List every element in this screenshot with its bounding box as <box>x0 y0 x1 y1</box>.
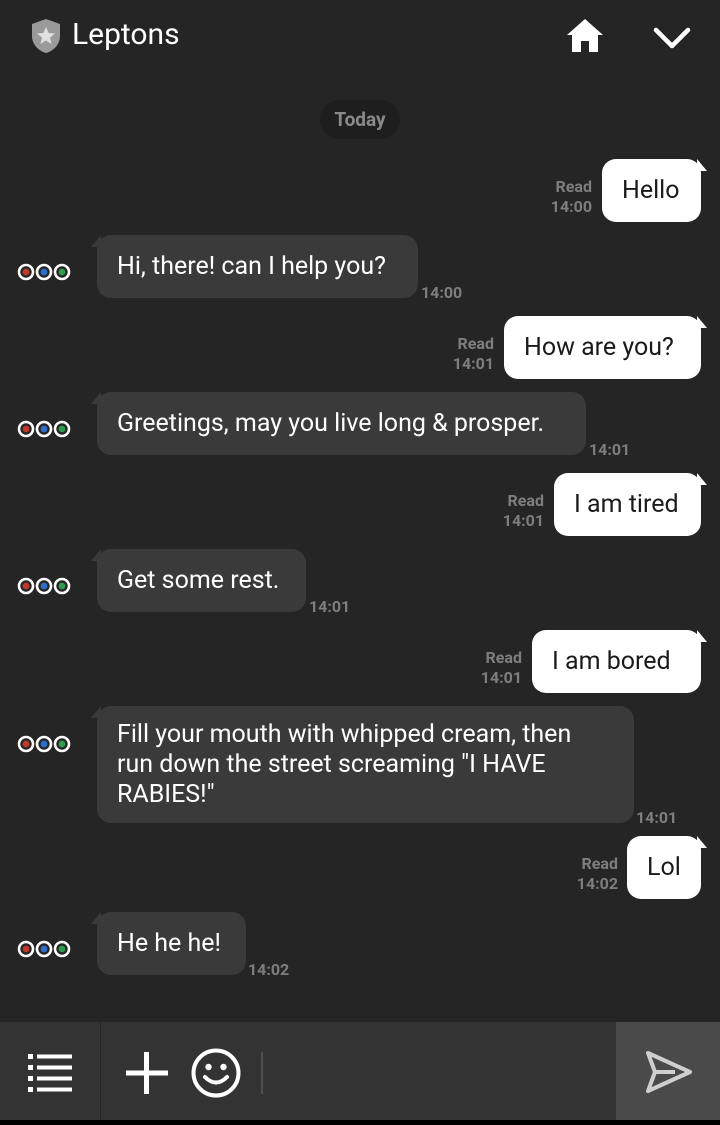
bot-avatar-icon <box>17 577 71 595</box>
message-text: I am bored <box>552 646 671 676</box>
bot-avatar-icon <box>17 735 71 753</box>
message-bubble[interactable]: I am bored <box>532 630 707 693</box>
bot-avatar-icon <box>17 940 71 958</box>
menu-icon[interactable] <box>26 1052 74 1092</box>
message-time: 14:02 <box>576 874 618 893</box>
message-text-line: run down the street screaming "I HAVE <box>117 750 546 779</box>
message-bubble[interactable]: How are you? <box>504 316 707 379</box>
message-text: Greetings, may you live long & prosper. <box>117 408 545 438</box>
send-button[interactable] <box>616 1022 720 1120</box>
read-status: Read <box>485 648 522 667</box>
message-input[interactable] <box>270 1040 610 1104</box>
message-time: 14:01 <box>636 808 678 827</box>
message-text: Hello <box>622 175 680 205</box>
read-status: Read <box>555 177 592 196</box>
message-time: 14:02 <box>248 960 290 979</box>
read-status: Read <box>457 334 494 353</box>
message-time: 14:00 <box>421 283 463 302</box>
message-time: 14:01 <box>309 597 351 616</box>
message-time: 14:01 <box>452 354 494 373</box>
chat-title: Leptons <box>72 17 180 52</box>
date-divider: Today <box>320 100 400 139</box>
chevron-down-icon[interactable] <box>652 22 692 54</box>
message-text-line: Fill your mouth with whipped cream, then <box>117 720 572 749</box>
message-bubble[interactable]: Hi, there! can I help you? <box>91 235 418 298</box>
composer-divider <box>100 1022 101 1120</box>
message-bubble[interactable]: I am tired <box>554 473 707 536</box>
message-text: I am tired <box>574 489 679 519</box>
message-text: How are you? <box>524 332 674 362</box>
home-icon[interactable] <box>565 16 605 56</box>
message-bubble[interactable]: Hello <box>602 159 707 222</box>
message-time: 14:01 <box>589 440 631 459</box>
message-bubble[interactable]: Get some rest. <box>91 549 306 612</box>
bot-avatar-icon <box>17 263 71 281</box>
message-time: 14:01 <box>502 511 544 530</box>
read-status: Read <box>581 854 618 873</box>
message-text-line: RABIES!" <box>117 780 215 809</box>
shield-star-icon <box>32 19 60 53</box>
message-text: He he he! <box>117 928 221 958</box>
emoji-icon[interactable] <box>190 1047 242 1099</box>
message-input-cursor <box>261 1052 263 1094</box>
send-icon <box>646 1051 692 1093</box>
message-text: Hi, there! can I help you? <box>117 251 386 281</box>
message-text: Lol <box>647 852 681 882</box>
plus-icon[interactable] <box>124 1050 170 1096</box>
message-bubble[interactable]: Greetings, may you live long & prosper. <box>91 392 586 455</box>
bottom-bar <box>0 1120 720 1125</box>
bot-avatar-icon <box>17 420 71 438</box>
app-header: Leptons <box>0 0 720 72</box>
message-bubble[interactable]: Lol <box>627 836 707 899</box>
message-time: 14:00 <box>550 197 592 216</box>
message-bubble[interactable]: He he he! <box>91 912 246 975</box>
message-time: 14:01 <box>480 668 522 687</box>
message-text: Get some rest. <box>117 565 280 595</box>
read-status: Read <box>507 491 544 510</box>
message-bubble[interactable]: Fill your mouth with whipped cream, then… <box>91 706 634 823</box>
